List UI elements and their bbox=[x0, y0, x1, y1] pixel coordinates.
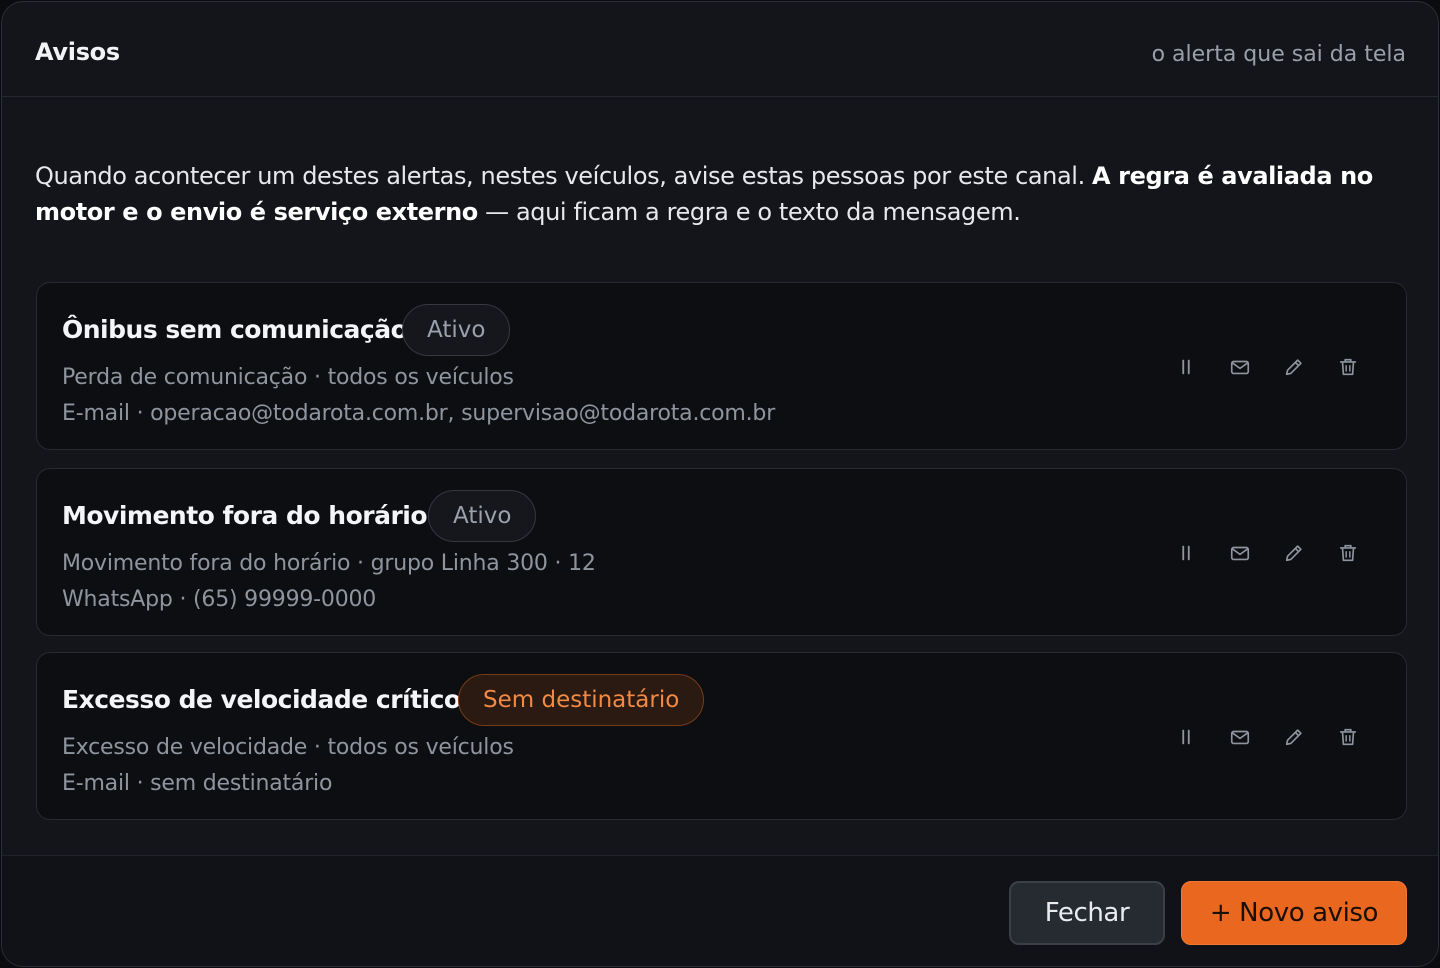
notices-dialog: Avisos o alerta que sai da tela Quando a… bbox=[1, 1, 1439, 967]
delete-button[interactable] bbox=[1334, 723, 1362, 751]
pause-icon bbox=[1182, 545, 1190, 561]
intro-tail: — aqui ficam a regra e o texto da mensag… bbox=[477, 198, 1021, 226]
dialog-header: Avisos o alerta que sai da tela bbox=[2, 2, 1438, 97]
rule-actions bbox=[1172, 723, 1372, 751]
mail-icon bbox=[1230, 546, 1250, 561]
pause-button[interactable] bbox=[1172, 723, 1200, 751]
trash-icon bbox=[1339, 358, 1357, 376]
trash-icon bbox=[1339, 544, 1357, 562]
intro-paragraph: Quando acontecer um destes alertas, nest… bbox=[35, 158, 1405, 230]
delete-button[interactable] bbox=[1334, 539, 1362, 567]
dialog-subtitle: o alerta que sai da tela bbox=[1151, 42, 1406, 67]
rule-name: Ônibus sem comunicação bbox=[62, 315, 408, 344]
message-button[interactable] bbox=[1226, 723, 1254, 751]
edit-button[interactable] bbox=[1280, 353, 1308, 381]
new-notice-button[interactable]: + Novo aviso bbox=[1181, 881, 1407, 945]
trash-icon bbox=[1339, 728, 1357, 746]
rule-channel: E-mail · operacao@todarota.com.br, super… bbox=[62, 401, 776, 426]
rule-actions bbox=[1172, 539, 1372, 567]
edit-icon bbox=[1285, 359, 1302, 376]
message-button[interactable] bbox=[1226, 539, 1254, 567]
rule-card: Excesso de velocidade crítico Sem destin… bbox=[36, 652, 1407, 820]
status-badge: Ativo bbox=[402, 304, 511, 356]
pause-button[interactable] bbox=[1172, 539, 1200, 567]
edit-icon bbox=[1285, 729, 1302, 746]
rule-trigger: Movimento fora do horário · grupo Linha … bbox=[62, 551, 596, 576]
dialog-footer: Fechar + Novo aviso bbox=[2, 855, 1438, 966]
pause-icon bbox=[1182, 359, 1190, 375]
rule-actions bbox=[1172, 353, 1372, 381]
edit-button[interactable] bbox=[1280, 539, 1308, 567]
rule-card: Movimento fora do horário Ativo Moviment… bbox=[36, 468, 1407, 636]
mail-icon bbox=[1230, 730, 1250, 745]
pause-icon bbox=[1182, 729, 1190, 745]
intro-text: Quando acontecer um destes alertas, nest… bbox=[35, 162, 1093, 190]
rule-name: Excesso de velocidade crítico bbox=[62, 685, 461, 714]
mail-icon bbox=[1230, 360, 1250, 375]
rule-trigger: Excesso de velocidade · todos os veículo… bbox=[62, 735, 514, 760]
edit-button[interactable] bbox=[1280, 723, 1308, 751]
edit-icon bbox=[1285, 545, 1302, 562]
status-badge: Ativo bbox=[428, 490, 537, 542]
rule-trigger: Perda de comunicação · todos os veículos bbox=[62, 365, 514, 390]
rule-name: Movimento fora do horário bbox=[62, 501, 428, 530]
status-badge: Sem destinatário bbox=[458, 674, 705, 726]
rule-channel: WhatsApp · (65) 99999-0000 bbox=[62, 587, 377, 612]
rule-card: Ônibus sem comunicação Ativo Perda de co… bbox=[36, 282, 1407, 450]
rule-channel: E-mail · sem destinatário bbox=[62, 771, 333, 796]
pause-button[interactable] bbox=[1172, 353, 1200, 381]
delete-button[interactable] bbox=[1334, 353, 1362, 381]
close-button[interactable]: Fechar bbox=[1009, 881, 1165, 945]
message-button[interactable] bbox=[1226, 353, 1254, 381]
dialog-title: Avisos bbox=[35, 38, 120, 66]
